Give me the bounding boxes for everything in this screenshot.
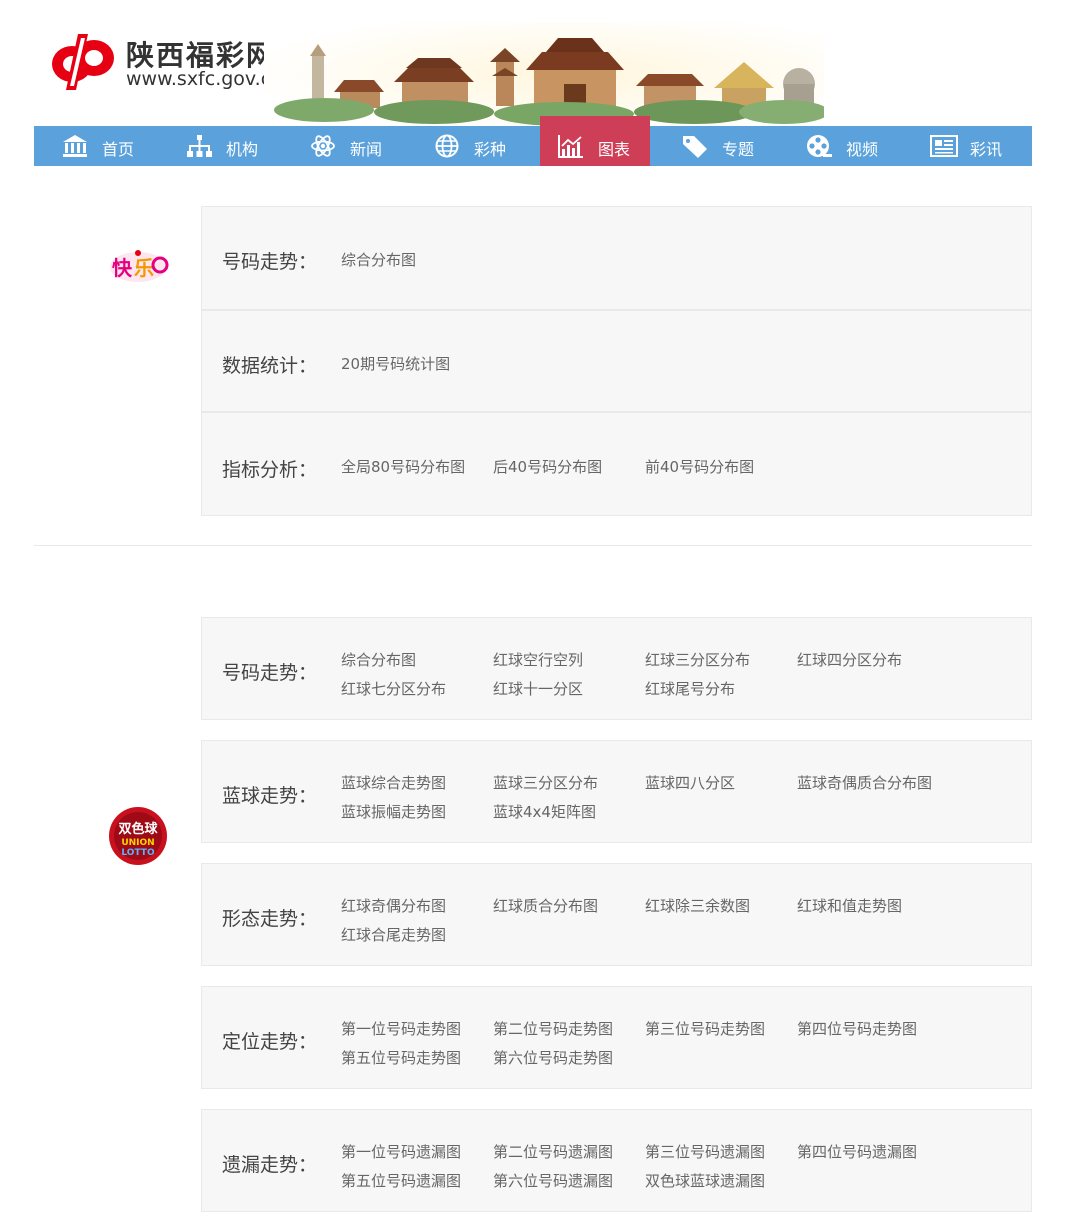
chart-link[interactable]: 蓝球四八分区 <box>645 772 735 793</box>
chart-link[interactable]: 红球十一分区 <box>493 678 583 699</box>
ssq-row-position-trend: 定位走势： 第一位号码走势图 第二位号码走势图 第三位号码走势图 第四位号码走势… <box>201 986 1032 1089</box>
nav-label-video: 视频 <box>846 140 879 159</box>
main-nav: 首页 机构 新闻 彩种 图表 专题 视频 彩讯 <box>34 116 1032 166</box>
chart-link[interactable]: 第一位号码走势图 <box>341 1018 461 1039</box>
svg-text:UNION: UNION <box>121 838 154 848</box>
nav-item-lottery-news[interactable]: 彩讯 <box>930 126 1032 166</box>
row-label: 定位走势： <box>222 1031 318 1053</box>
nav-item-topics[interactable]: 专题 <box>682 126 806 166</box>
nav-item-charts[interactable]: 图表 <box>540 116 650 166</box>
nav-label-charts: 图表 <box>598 140 631 159</box>
nav-label-news: 新闻 <box>350 140 383 159</box>
chart-link[interactable]: 红球七分区分布 <box>341 678 446 699</box>
chart-link[interactable]: 红球三分区分布 <box>645 649 750 670</box>
site-header: 陕西福彩网 www.sxfc.gov.cn <box>34 0 1032 126</box>
kuaile8-row-number-trend: 号码走势： 综合分布图 <box>201 206 1032 310</box>
kuaile8-row-data-stats: 数据统计： 20期号码统计图 <box>201 310 1032 412</box>
row-label: 形态走势： <box>222 908 318 930</box>
chart-link[interactable]: 红球除三余数图 <box>645 895 750 916</box>
chart-link[interactable]: 蓝球奇偶质合分布图 <box>797 772 932 793</box>
nav-label-organization: 机构 <box>226 140 259 159</box>
chart-link[interactable]: 前40号码分布图 <box>645 456 754 477</box>
pagoda-scenery-banner <box>264 22 824 126</box>
svg-text:乐: 乐 <box>134 256 154 280</box>
ssq-row-blue-ball-trend: 蓝球走势： 蓝球综合走势图 蓝球三分区分布 蓝球四八分区 蓝球奇偶质合分布图 蓝… <box>201 740 1032 843</box>
film-reel-icon <box>807 135 832 157</box>
nav-item-home[interactable]: 首页 <box>62 126 186 166</box>
chart-link[interactable]: 双色球蓝球遗漏图 <box>645 1170 765 1191</box>
row-label: 号码走势： <box>222 251 318 273</box>
chart-link[interactable]: 第三位号码走势图 <box>645 1018 765 1039</box>
chart-link[interactable]: 第五位号码遗漏图 <box>341 1170 461 1191</box>
chart-icon <box>558 135 583 158</box>
chart-link[interactable]: 蓝球振幅走势图 <box>341 801 446 822</box>
nav-label-home: 首页 <box>102 140 135 159</box>
row-label: 数据统计： <box>222 355 318 377</box>
globe-icon <box>435 134 459 158</box>
chart-link[interactable]: 综合分布图 <box>341 249 416 270</box>
chart-link[interactable]: 第二位号码遗漏图 <box>493 1141 613 1162</box>
svg-text:双色球: 双色球 <box>118 821 158 837</box>
nav-item-organization[interactable]: 机构 <box>186 126 310 166</box>
chart-link[interactable]: 第三位号码遗漏图 <box>645 1141 765 1162</box>
chart-link[interactable]: 后40号码分布图 <box>493 456 602 477</box>
chart-link[interactable]: 红球和值走势图 <box>797 895 902 916</box>
row-label: 蓝球走势： <box>222 785 318 807</box>
chart-link[interactable]: 20期号码统计图 <box>341 353 450 374</box>
chart-link[interactable]: 第二位号码走势图 <box>493 1018 613 1039</box>
welfare-lottery-logo-icon[interactable] <box>48 30 118 92</box>
kuaile8-logo-icon[interactable]: 快 乐 <box>106 245 170 285</box>
chart-link[interactable]: 红球尾号分布 <box>645 678 735 699</box>
chart-link[interactable]: 第六位号码遗漏图 <box>493 1170 613 1191</box>
newspaper-icon <box>930 135 958 157</box>
row-label: 号码走势： <box>222 662 318 684</box>
chart-link[interactable]: 全局80号码分布图 <box>341 456 465 477</box>
ssq-row-pattern-trend: 形态走势： 红球奇偶分布图 红球质合分布图 红球除三余数图 红球和值走势图 红球… <box>201 863 1032 966</box>
nav-item-video[interactable]: 视频 <box>806 126 930 166</box>
ssq-row-omission-trend: 遗漏走势： 第一位号码遗漏图 第二位号码遗漏图 第三位号码遗漏图 第四位号码遗漏… <box>201 1109 1032 1212</box>
row-label: 遗漏走势： <box>222 1154 318 1176</box>
nav-item-news[interactable]: 新闻 <box>310 126 434 166</box>
chart-link[interactable]: 第五位号码走势图 <box>341 1047 461 1068</box>
atom-icon <box>311 135 335 157</box>
kuaile8-row-indicator-analysis: 指标分析： 全局80号码分布图 后40号码分布图 前40号码分布图 <box>201 412 1032 516</box>
chart-link[interactable]: 第一位号码遗漏图 <box>341 1141 461 1162</box>
site-url: www.sxfc.gov.cn <box>126 68 284 90</box>
bank-icon <box>63 135 87 157</box>
chart-link[interactable]: 第四位号码遗漏图 <box>797 1141 917 1162</box>
chart-link[interactable]: 红球奇偶分布图 <box>341 895 446 916</box>
chart-link[interactable]: 红球四分区分布 <box>797 649 902 670</box>
chart-link[interactable]: 第六位号码走势图 <box>493 1047 613 1068</box>
nav-label-lottery-types: 彩种 <box>474 140 507 159</box>
org-chart-icon <box>187 135 212 157</box>
svg-text:快: 快 <box>112 256 133 280</box>
chart-link[interactable]: 红球合尾走势图 <box>341 924 446 945</box>
section-divider <box>34 545 1032 546</box>
chart-link[interactable]: 蓝球三分区分布 <box>493 772 598 793</box>
chart-link[interactable]: 红球空行空列 <box>493 649 583 670</box>
ssq-row-number-trend: 号码走势： 综合分布图 红球空行空列 红球三分区分布 红球四分区分布 红球七分区… <box>201 617 1032 720</box>
chart-link[interactable]: 第四位号码走势图 <box>797 1018 917 1039</box>
page: 陕西福彩网 www.sxfc.gov.cn 首页 机构 新闻 彩种 图表 专题 … <box>34 0 1032 1222</box>
chart-link[interactable]: 红球质合分布图 <box>493 895 598 916</box>
nav-label-lottery-news: 彩讯 <box>970 140 1003 159</box>
chart-link[interactable]: 综合分布图 <box>341 649 416 670</box>
row-label: 指标分析： <box>222 459 318 481</box>
shuangseqiu-logo-icon[interactable]: 双色球 UNION LOTTO <box>108 806 168 866</box>
chart-link[interactable]: 蓝球4x4矩阵图 <box>493 801 596 822</box>
nav-label-topics: 专题 <box>722 140 755 159</box>
tag-icon <box>683 136 707 158</box>
chart-link[interactable]: 蓝球综合走势图 <box>341 772 446 793</box>
svg-text:LOTTO: LOTTO <box>121 848 155 858</box>
